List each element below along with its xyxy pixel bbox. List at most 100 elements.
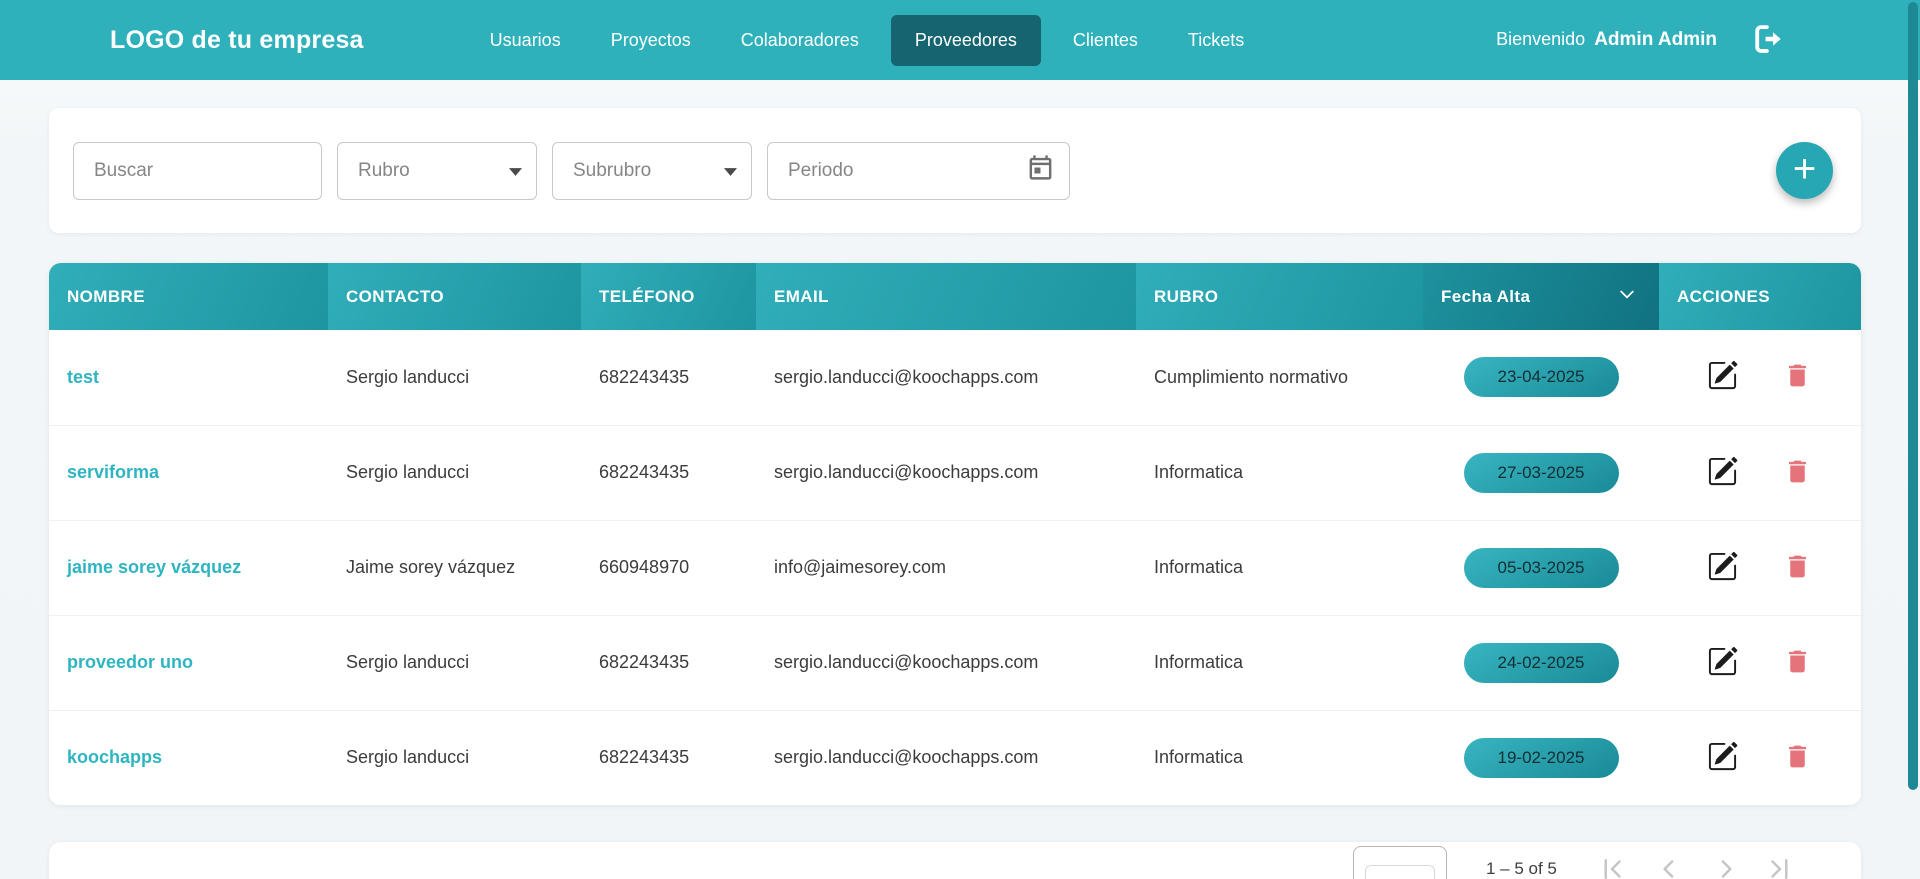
previous-page-button[interactable]: [1654, 854, 1684, 879]
nav-tab-clientes[interactable]: Clientes: [1055, 15, 1156, 66]
provider-name-link[interactable]: test: [49, 330, 328, 425]
fecha-alta-badge: 19-02-2025: [1464, 738, 1619, 778]
fecha-alta-header-label: Fecha Alta: [1441, 287, 1530, 307]
provider-name-link[interactable]: jaime sorey vázquez: [49, 520, 328, 615]
edit-button[interactable]: [1707, 456, 1738, 490]
column-header-telefono: TELÉFONO: [581, 263, 756, 330]
calendar-icon: [1026, 153, 1055, 188]
nav-tab-usuarios[interactable]: Usuarios: [472, 15, 579, 66]
edit-button[interactable]: [1707, 551, 1738, 585]
trash-icon: [1783, 664, 1812, 679]
welcome-prefix: Bienvenido: [1496, 29, 1585, 49]
first-page-button[interactable]: [1597, 854, 1627, 879]
chevron-down-icon: [1617, 284, 1637, 309]
fecha-alta-badge: 23-04-2025: [1464, 357, 1619, 397]
provider-name-link[interactable]: serviforma: [49, 425, 328, 520]
phone-cell: 682243435: [581, 425, 756, 520]
search-input[interactable]: [94, 160, 307, 182]
trash-icon: [1783, 569, 1812, 584]
actions-cell: [1659, 710, 1861, 805]
search-field[interactable]: [73, 142, 322, 200]
fecha-alta-badge: 27-03-2025: [1464, 453, 1619, 493]
rubro-cell: Informatica: [1136, 425, 1423, 520]
provider-name-link[interactable]: proveedor uno: [49, 615, 328, 710]
phone-cell: 682243435: [581, 330, 756, 425]
delete-button[interactable]: [1783, 742, 1812, 774]
actions-cell: [1659, 615, 1861, 710]
caret-down-icon: [724, 160, 737, 182]
logout-icon: [1751, 22, 1785, 59]
subrubro-select-label: Subrubro: [573, 160, 651, 182]
email-cell: sergio.landucci@koochapps.com: [756, 710, 1136, 805]
edit-pencil-icon: [1707, 760, 1738, 775]
column-header-rubro: RUBRO: [1136, 263, 1423, 330]
pagination-bar: 1 – 5 of 5: [49, 842, 1861, 879]
rubro-cell: Cumplimiento normativo: [1136, 330, 1423, 425]
email-cell: sergio.landucci@koochapps.com: [756, 330, 1136, 425]
actions-cell: [1659, 520, 1861, 615]
last-page-button[interactable]: [1765, 854, 1795, 879]
contact-cell: Sergio landucci: [328, 330, 581, 425]
top-navbar: LOGO de tu empresa Usuarios Proyectos Co…: [0, 0, 1920, 80]
rubro-cell: Informatica: [1136, 615, 1423, 710]
page-size-select-value: [1365, 865, 1435, 879]
phone-cell: 682243435: [581, 615, 756, 710]
chevron-right-icon: [1711, 872, 1741, 879]
contact-cell: Sergio landucci: [328, 615, 581, 710]
trash-icon: [1783, 474, 1812, 489]
rubro-select[interactable]: Rubro: [337, 142, 537, 200]
column-header-nombre: NOMBRE: [49, 263, 328, 330]
column-header-fecha-alta[interactable]: Fecha Alta: [1423, 263, 1659, 330]
pagination-range-label: 1 – 5 of 5: [1486, 859, 1557, 879]
fecha-alta-cell: 27-03-2025: [1423, 425, 1659, 520]
email-cell: sergio.landucci@koochapps.com: [756, 615, 1136, 710]
nav-tab-tickets[interactable]: Tickets: [1170, 15, 1262, 66]
vertical-scrollbar-thumb[interactable]: [1908, 2, 1918, 790]
trash-icon: [1783, 759, 1812, 774]
providers-table-card: NOMBRE CONTACTO TELÉFONO EMAIL RUBRO Fec…: [49, 263, 1861, 805]
table-row: jaime sorey vázquez Jaime sorey vázquez …: [49, 520, 1861, 615]
fecha-alta-cell: 23-04-2025: [1423, 330, 1659, 425]
nav-tab-colaboradores[interactable]: Colaboradores: [723, 15, 877, 66]
page-size-select[interactable]: [1353, 846, 1447, 879]
edit-pencil-icon: [1707, 570, 1738, 585]
contact-cell: Sergio landucci: [328, 425, 581, 520]
table-row: serviforma Sergio landucci 682243435 ser…: [49, 425, 1861, 520]
rubro-cell: Informatica: [1136, 710, 1423, 805]
chevron-left-icon: [1654, 872, 1684, 879]
column-header-contacto: CONTACTO: [328, 263, 581, 330]
table-row: koochapps Sergio landucci 682243435 serg…: [49, 710, 1861, 805]
edit-pencil-icon: [1707, 665, 1738, 680]
edit-pencil-icon: [1707, 475, 1738, 490]
delete-button[interactable]: [1783, 552, 1812, 584]
fecha-alta-cell: 19-02-2025: [1423, 710, 1659, 805]
nav-tab-proveedores[interactable]: Proveedores: [891, 15, 1041, 66]
edit-button[interactable]: [1707, 360, 1738, 394]
email-cell: info@jaimesorey.com: [756, 520, 1136, 615]
column-header-acciones: ACCIONES: [1659, 263, 1861, 330]
logout-button[interactable]: [1751, 22, 1785, 59]
delete-button[interactable]: [1783, 361, 1812, 393]
next-page-button[interactable]: [1711, 854, 1741, 879]
nav-tab-proyectos[interactable]: Proyectos: [593, 15, 709, 66]
welcome-username: Admin Admin: [1594, 29, 1717, 50]
add-provider-button[interactable]: +: [1776, 142, 1833, 199]
delete-button[interactable]: [1783, 647, 1812, 679]
edit-button[interactable]: [1707, 646, 1738, 680]
table-row: test Sergio landucci 682243435 sergio.la…: [49, 330, 1861, 425]
subrubro-select[interactable]: Subrubro: [552, 142, 752, 200]
first-page-icon: [1597, 872, 1627, 879]
column-header-email: EMAIL: [756, 263, 1136, 330]
fecha-alta-cell: 24-02-2025: [1423, 615, 1659, 710]
filter-bar: Rubro Subrubro Periodo +: [49, 108, 1861, 233]
actions-cell: [1659, 425, 1861, 520]
edit-button[interactable]: [1707, 741, 1738, 775]
rubro-select-label: Rubro: [358, 160, 410, 182]
email-cell: sergio.landucci@koochapps.com: [756, 425, 1136, 520]
delete-button[interactable]: [1783, 457, 1812, 489]
provider-name-link[interactable]: koochapps: [49, 710, 328, 805]
table-header-row: NOMBRE CONTACTO TELÉFONO EMAIL RUBRO Fec…: [49, 263, 1861, 330]
provider-table-body: test Sergio landucci 682243435 sergio.la…: [49, 330, 1861, 805]
caret-down-icon: [509, 160, 522, 182]
periodo-datepicker[interactable]: Periodo: [767, 142, 1070, 200]
